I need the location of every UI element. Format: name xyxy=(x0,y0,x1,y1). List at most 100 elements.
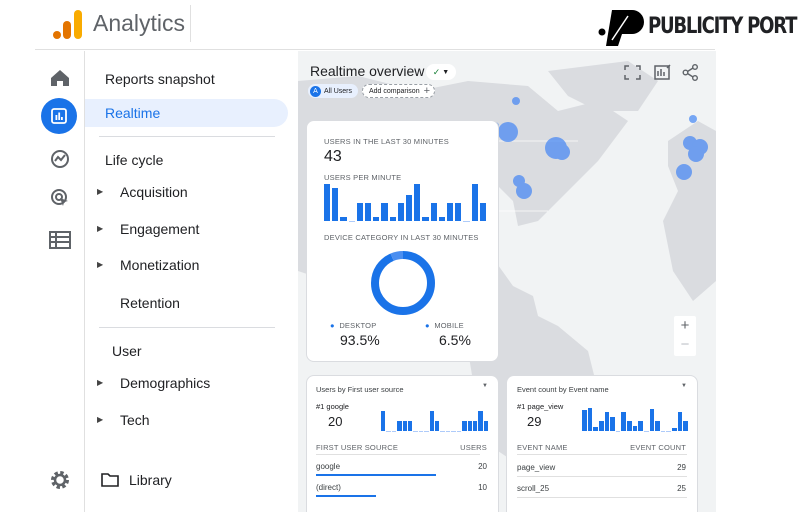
event-card-title[interactable]: Event count by Event name xyxy=(517,385,609,394)
source-card-title[interactable]: Users by First user source xyxy=(316,385,404,394)
add-comparison-button[interactable]: Add comparison + xyxy=(362,84,436,98)
column-header: EVENT COUNT xyxy=(630,443,686,452)
event-sparkline xyxy=(582,408,688,431)
folder-icon xyxy=(101,473,119,487)
bar xyxy=(598,420,604,431)
top-event: #1 page_view xyxy=(517,402,564,411)
reports-nav: Reports snapshot Realtime Life cycle ▶ Ac… xyxy=(85,51,298,512)
divider xyxy=(190,5,191,42)
audience-badge: A xyxy=(310,85,321,97)
status-dropdown[interactable]: ✓ ▼ xyxy=(426,64,456,80)
nav-retention[interactable]: Retention xyxy=(85,289,288,317)
customize-report-icon[interactable] xyxy=(654,64,671,80)
publicity-port-mark-icon xyxy=(598,10,644,46)
nav-monetization[interactable]: ▶ Monetization xyxy=(85,251,288,279)
device-donut-chart xyxy=(371,251,435,315)
bar xyxy=(381,411,386,431)
bar xyxy=(429,411,435,431)
bar xyxy=(356,202,364,221)
nav-label: Library xyxy=(129,472,172,488)
column-header: FIRST USER SOURCE xyxy=(316,443,399,452)
bar xyxy=(340,217,347,221)
expand-caret-icon: ▶ xyxy=(97,415,104,424)
row-name: (direct) xyxy=(316,483,341,492)
bar xyxy=(610,417,615,431)
divider xyxy=(517,476,687,477)
per-minute-label: USERS PER MINUTE xyxy=(324,173,402,182)
bar xyxy=(683,420,688,431)
card-menu-dropdown-icon[interactable]: ▼ xyxy=(482,383,488,389)
bar xyxy=(604,412,610,431)
fullscreen-icon[interactable] xyxy=(624,65,641,80)
home-icon[interactable] xyxy=(45,63,75,93)
configure-icon[interactable] xyxy=(45,225,75,255)
divider xyxy=(517,454,687,455)
add-comparison-label: Add comparison xyxy=(369,87,420,95)
advertising-icon[interactable] xyxy=(45,183,75,213)
nav-label: Monetization xyxy=(120,257,200,273)
nav-library[interactable]: Library xyxy=(85,466,288,494)
nav-label: Engagement xyxy=(120,221,200,237)
row-value: 29 xyxy=(677,463,686,472)
bar xyxy=(462,421,467,431)
bar xyxy=(479,202,487,221)
page-title: Realtime overview xyxy=(310,63,425,79)
divider xyxy=(316,454,480,455)
bar xyxy=(397,202,405,221)
bar xyxy=(430,202,437,221)
source-sparkline xyxy=(381,411,489,431)
row-name: page_view xyxy=(517,463,556,472)
top-event-value: 29 xyxy=(527,414,542,429)
card-menu-dropdown-icon[interactable]: ▼ xyxy=(681,383,687,389)
nav-tech[interactable]: ▶ Tech xyxy=(85,406,288,434)
expand-caret-icon: ▶ xyxy=(97,224,104,233)
chevron-down-icon: ▼ xyxy=(442,68,450,76)
bar xyxy=(472,421,478,431)
app-title: Analytics xyxy=(93,10,186,36)
explore-icon[interactable] xyxy=(45,144,75,174)
nav-engagement[interactable]: ▶ Engagement xyxy=(85,215,288,243)
nav-demographics[interactable]: ▶ Demographics xyxy=(85,369,288,397)
nav-acquisition[interactable]: ▶ Acquisition xyxy=(85,178,288,206)
bar xyxy=(435,421,440,431)
mobile-value: 6.5% xyxy=(439,332,471,348)
icon-rail xyxy=(35,51,85,512)
bar xyxy=(471,184,478,221)
nav-label: Demographics xyxy=(120,375,211,391)
bar xyxy=(593,426,598,431)
desktop-label: DESKTOP xyxy=(339,321,377,330)
row-value: 25 xyxy=(677,484,686,493)
row-bar xyxy=(316,474,436,476)
bar xyxy=(408,421,413,431)
bar xyxy=(402,421,408,431)
column-header: USERS xyxy=(460,443,487,452)
zoom-controls: + − xyxy=(674,316,696,356)
plus-icon: + xyxy=(423,85,431,97)
reports-icon[interactable] xyxy=(41,98,77,134)
zoom-out-button[interactable]: − xyxy=(674,336,696,356)
audience-chip[interactable]: A All Users xyxy=(308,84,359,98)
settings-icon[interactable] xyxy=(45,465,75,495)
zoom-in-button[interactable]: + xyxy=(674,316,696,336)
nav-user[interactable]: User xyxy=(85,337,288,365)
bar xyxy=(422,217,429,221)
bar xyxy=(455,202,462,221)
expand-caret-icon: ▶ xyxy=(97,187,104,196)
bar xyxy=(324,184,331,221)
bar xyxy=(627,420,632,431)
users-label: USERS IN THE LAST 30 MINUTES xyxy=(324,137,449,146)
donut-desktop-segment xyxy=(371,251,435,315)
users-per-minute-chart xyxy=(324,184,487,221)
device-label: DEVICE CATEGORY IN LAST 30 MINUTES xyxy=(324,233,479,242)
row-value: 20 xyxy=(478,462,487,471)
nav-reports-snapshot[interactable]: Reports snapshot xyxy=(85,65,288,93)
nav-realtime[interactable]: Realtime xyxy=(85,99,288,127)
bar xyxy=(438,217,446,221)
bar xyxy=(649,409,655,431)
nav-life-cycle[interactable]: Life cycle xyxy=(85,146,288,174)
share-icon[interactable] xyxy=(682,64,699,81)
bar xyxy=(447,202,454,221)
bar xyxy=(582,410,587,431)
bar xyxy=(397,421,402,431)
row-bar xyxy=(316,495,376,497)
